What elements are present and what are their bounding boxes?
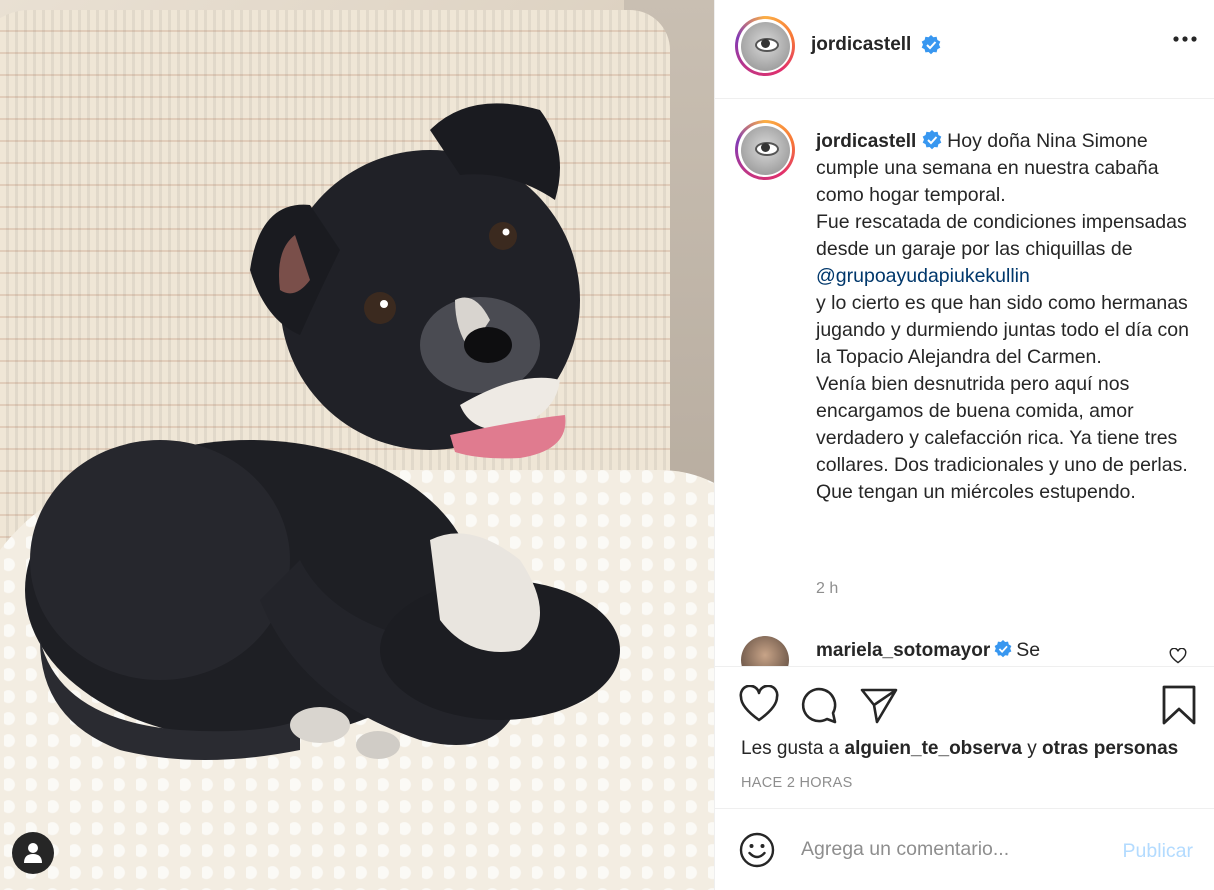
comment-like-heart-icon[interactable]: [1169, 648, 1187, 664]
likes-summary: Les gusta a alguien_te_observa y otras p…: [741, 738, 1179, 759]
post-actions: Les gusta a alguien_te_observa y otras p…: [715, 666, 1214, 809]
share-paper-plane-icon[interactable]: [859, 685, 899, 725]
verified-badge-icon: [994, 639, 1012, 658]
save-bookmark-icon[interactable]: [1159, 685, 1199, 725]
avatar-image: [740, 125, 790, 175]
more-options-icon[interactable]: [1173, 36, 1197, 42]
post-time-ago[interactable]: HACE 2 HORAS: [741, 775, 853, 791]
author-username[interactable]: jordicastell: [811, 34, 911, 56]
caption-author-avatar[interactable]: [735, 120, 795, 180]
add-comment-input[interactable]: [801, 838, 1101, 861]
comment-bubble-icon[interactable]: [799, 685, 839, 725]
verified-badge-icon: [922, 129, 942, 150]
puppy-illustration: [25, 103, 620, 760]
user-tag-button[interactable]: [12, 832, 54, 874]
caption-mention-link[interactable]: @grupoayudapiukekullin: [816, 265, 1030, 287]
publish-button[interactable]: Publicar: [1123, 840, 1193, 863]
avatar-image: [740, 21, 790, 71]
like-heart-icon[interactable]: [739, 685, 779, 725]
caption-body-end: y lo cierto es que han sido como hermana…: [816, 292, 1189, 503]
caption-text: jordicastell Hoy doña Nina Simone cumple…: [816, 128, 1196, 506]
user-icon: [24, 843, 42, 863]
caption-username[interactable]: jordicastell: [816, 131, 916, 152]
verified-badge-icon: [921, 35, 941, 55]
post-header: jordicastell: [715, 0, 1214, 99]
author-avatar[interactable]: [735, 16, 795, 76]
post-photo[interactable]: [0, 0, 714, 890]
commenter-avatar[interactable]: [741, 636, 789, 666]
commenter-username[interactable]: mariela_sotomayor: [816, 640, 990, 661]
comment-text: Se: [1016, 639, 1041, 661]
comment-row: mariela_sotomayor Se: [816, 639, 1040, 662]
other-likers-link[interactable]: otras personas: [1042, 738, 1178, 759]
add-comment-bar: Publicar: [715, 810, 1214, 890]
caption-section: jordicastell Hoy doña Nina Simone cumple…: [715, 100, 1214, 666]
emoji-icon[interactable]: [739, 832, 775, 868]
caption-timestamp[interactable]: 2 h: [816, 580, 838, 598]
liker-username[interactable]: alguien_te_observa: [845, 738, 1022, 759]
post-details-panel: jordicastell jordicastell Hoy doña Nina …: [714, 0, 1214, 890]
